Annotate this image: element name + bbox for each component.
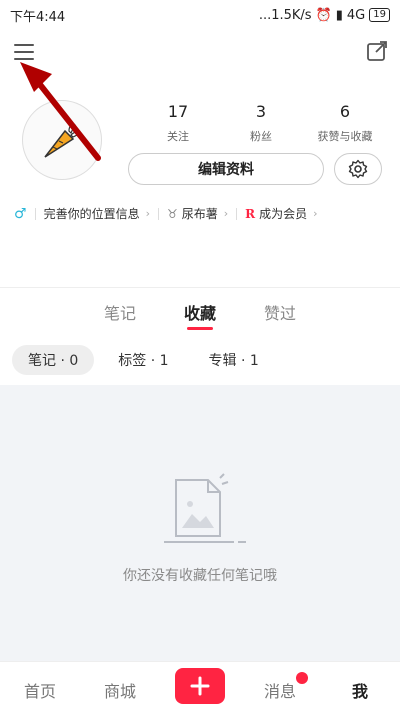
profile-info-row: ♂ 完善你的位置信息 › ♉ 尿布薯 › R 成为会员 › xyxy=(14,205,318,222)
settings-button[interactable] xyxy=(334,153,382,185)
active-tab-indicator xyxy=(187,327,213,330)
zodiac-item[interactable]: ♉ 尿布薯 › xyxy=(167,205,228,222)
stat-following[interactable]: 17 关注 xyxy=(133,102,223,144)
stat-followers[interactable]: 3 粉丝 xyxy=(216,102,306,144)
divider xyxy=(34,207,36,220)
chevron-right-icon: › xyxy=(223,207,229,220)
stat-value: 3 xyxy=(255,102,267,121)
male-icon: ♂ xyxy=(14,205,27,222)
stat-likes[interactable]: 6 获赞与收藏 xyxy=(300,102,390,144)
location-text: 完善你的位置信息 xyxy=(43,207,140,221)
stat-value: 17 xyxy=(167,102,189,121)
empty-document-icon xyxy=(150,470,250,550)
share-icon[interactable] xyxy=(366,40,388,62)
vip-text: 成为会员 xyxy=(259,207,308,221)
chip-notes[interactable]: 笔记 · 0 xyxy=(12,345,95,375)
gear-icon xyxy=(348,159,368,179)
stat-label: 粉丝 xyxy=(250,130,272,143)
plus-icon xyxy=(190,676,210,696)
gender-item[interactable]: ♂ xyxy=(14,206,27,222)
alarm-icon: ⏰ xyxy=(315,7,332,23)
nav-me[interactable]: 我 xyxy=(352,678,368,702)
create-post-button[interactable] xyxy=(175,668,225,704)
carrot-icon xyxy=(44,123,80,158)
nav-home[interactable]: 首页 xyxy=(24,678,56,702)
status-bar: 下午4:44 ...1.5K/s ⏰ ▮ 4G 19 xyxy=(0,0,400,30)
stat-value: 6 xyxy=(339,102,351,121)
location-item[interactable]: 完善你的位置信息 › xyxy=(44,205,150,222)
divider xyxy=(157,207,159,220)
menu-icon[interactable] xyxy=(14,44,34,60)
nav-messages[interactable]: 消息 xyxy=(264,678,296,702)
chip-albums[interactable]: 专辑 · 1 xyxy=(193,345,275,375)
collection-filter-chips: 笔记 · 0 标签 · 1 专辑 · 1 xyxy=(12,345,392,375)
edit-profile-button[interactable]: 编辑资料 xyxy=(128,153,324,185)
vip-icon: R xyxy=(245,206,256,221)
divider xyxy=(236,207,238,220)
chevron-right-icon: › xyxy=(145,207,150,220)
tab-liked[interactable]: 赞过 xyxy=(264,300,296,324)
zodiac-icon: ♉ xyxy=(166,206,178,221)
tab-collections[interactable]: 收藏 xyxy=(184,300,216,324)
vip-item[interactable]: R 成为会员 › xyxy=(245,205,317,222)
status-indicators: ...1.5K/s ⏰ ▮ 4G 19 xyxy=(259,8,390,23)
signal-icon: ▮ xyxy=(335,7,343,23)
section-divider xyxy=(0,287,400,288)
tab-notes[interactable]: 笔记 xyxy=(104,300,136,324)
stat-label: 获赞与收藏 xyxy=(317,130,373,143)
empty-state-message: 你还没有收藏任何笔记哦 xyxy=(123,568,277,584)
nav-mall[interactable]: 商城 xyxy=(104,678,136,702)
zodiac-text: 尿布薯 xyxy=(181,207,218,221)
avatar[interactable] xyxy=(22,100,102,180)
battery-indicator: 19 xyxy=(369,8,390,22)
chevron-right-icon: › xyxy=(313,207,318,220)
stat-label: 关注 xyxy=(167,130,189,143)
notification-badge xyxy=(296,672,308,684)
network-type: 4G xyxy=(346,7,366,23)
network-speed: ...1.5K/s xyxy=(258,7,312,23)
status-time: 下午4:44 xyxy=(10,9,66,25)
chip-tags[interactable]: 标签 · 1 xyxy=(102,345,184,375)
content-tabs: 笔记 收藏 赞过 xyxy=(0,300,400,336)
